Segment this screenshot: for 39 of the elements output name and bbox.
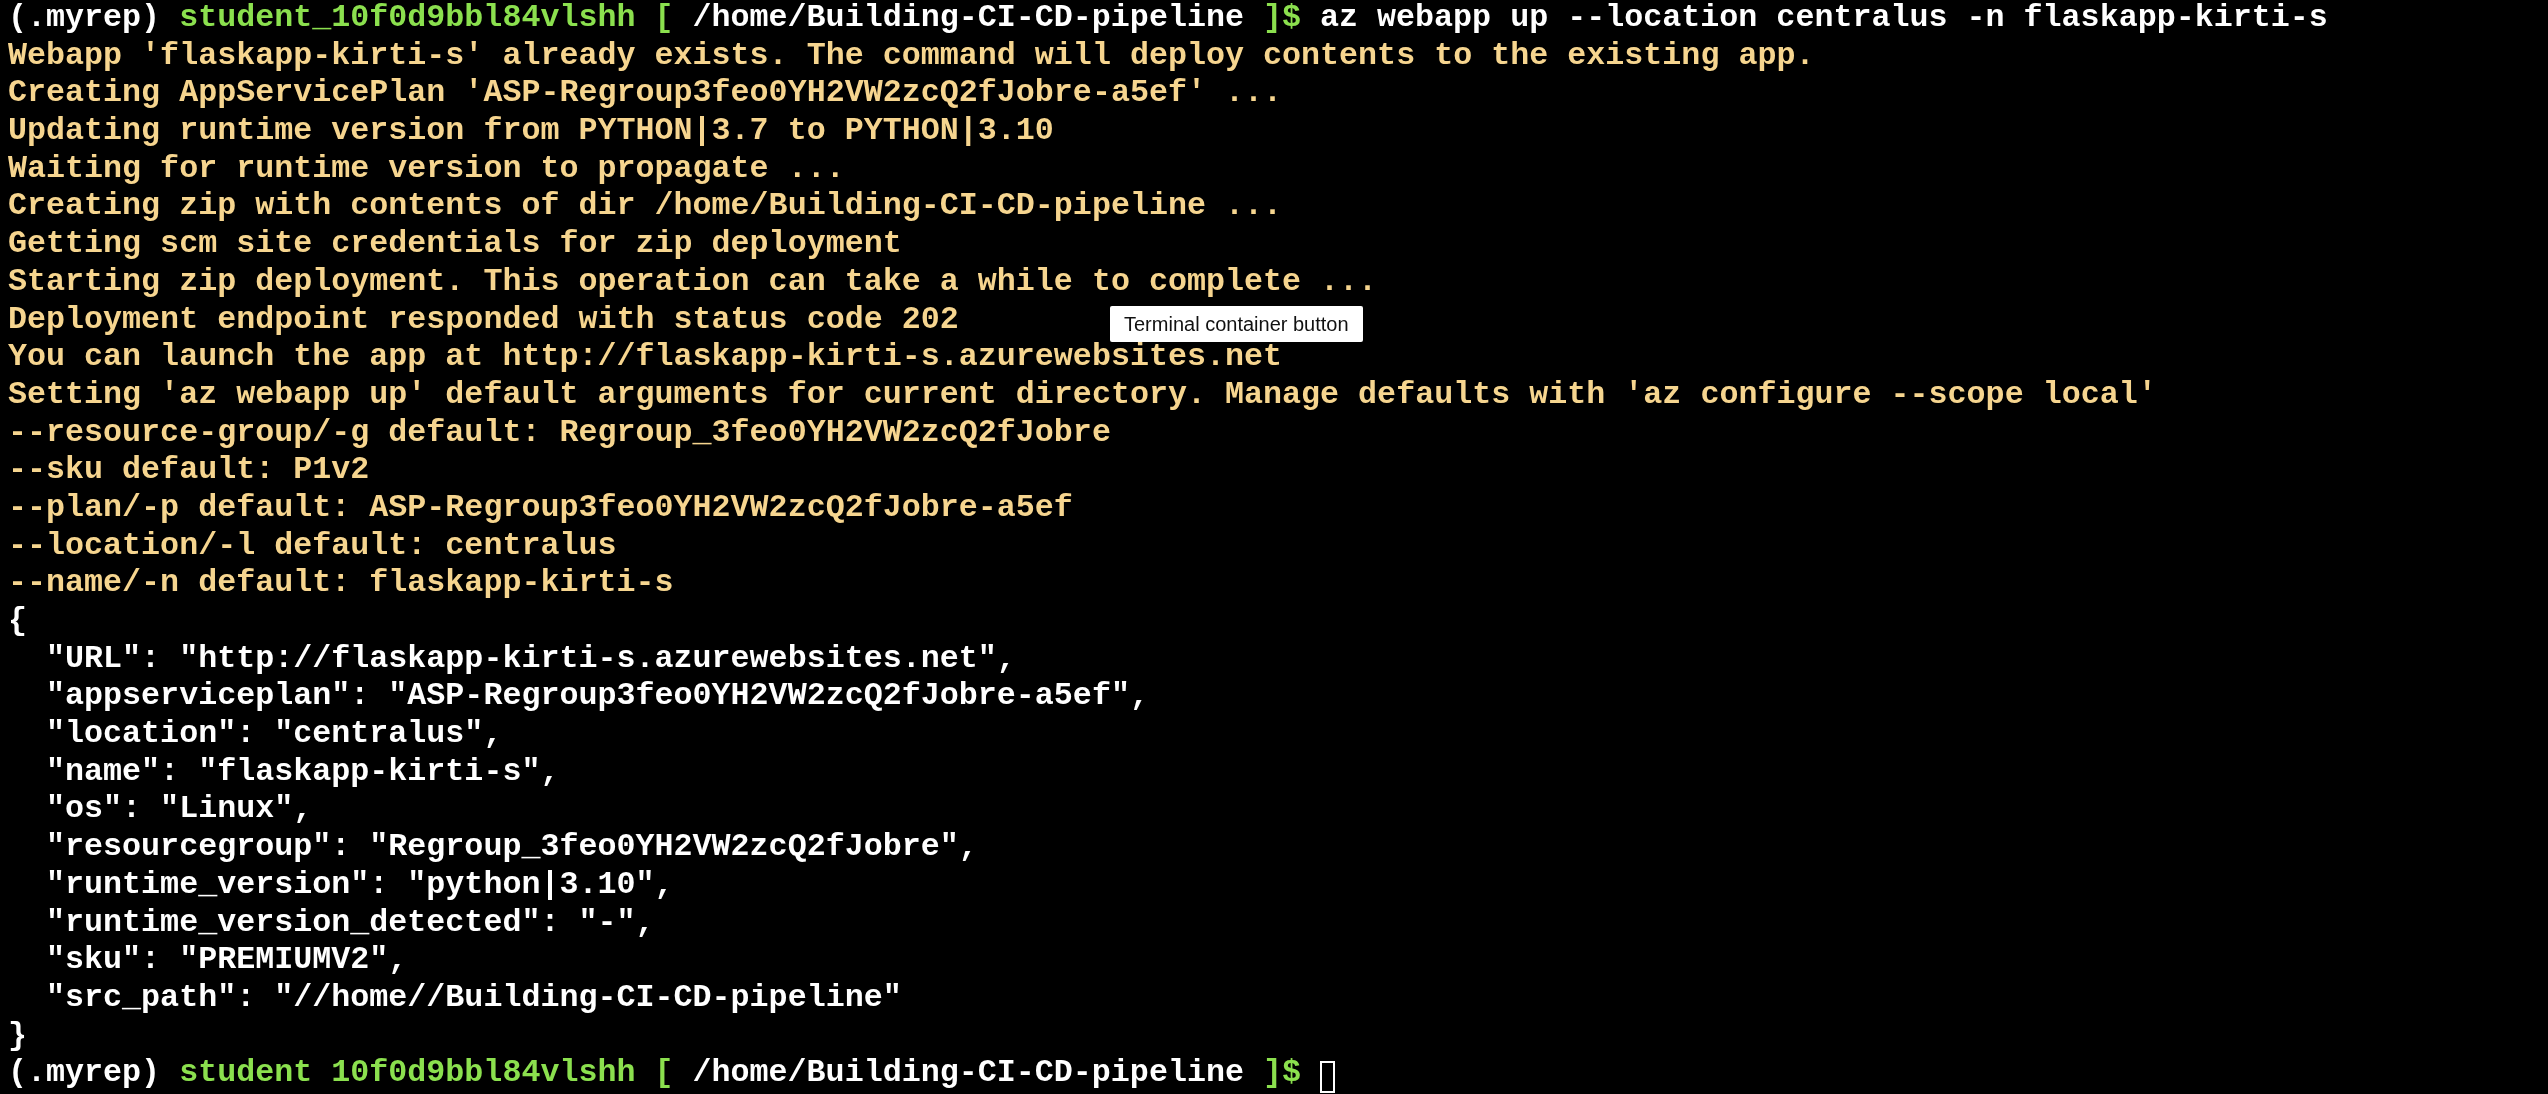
output-line: Waiting for runtime version to propagate ... bbox=[8, 150, 845, 189]
output-line: Getting scm site credentials for zip deployment bbox=[8, 226, 902, 264]
output-line: Starting zip deployment. This operation can take a while to complete ... bbox=[8, 263, 1378, 302]
json-line: "resourcegroup": "Regroup_3feo0YH2VW2zcQ2fJobre", bbox=[45, 829, 978, 867]
json-line: "appserviceplan": "ASP-Regroup3feo0YH2VW2zcQ2fJobre-a5ef", bbox=[45, 678, 1149, 717]
output-line: --plan/-p default: ASP-Regroup3feo0YH2VW2zcQ2fJobre-a5ef bbox=[8, 489, 1073, 528]
json-line: "runtime_version_detected": "-", bbox=[45, 904, 655, 943]
prompt-bracket: [ bbox=[654, 0, 674, 38]
output-line: Creating AppServicePlan 'ASP-Regroup3feo0YH2VW2zcQ2fJobre-a5ef' ... bbox=[8, 75, 1283, 114]
prompt-env: (.myrep) bbox=[8, 1055, 161, 1093]
json-line: "src_path": "//home//Building-CI-CD-pipeline" bbox=[45, 979, 902, 1018]
output-line: --sku default: P1v2 bbox=[8, 452, 370, 490]
json-line: "URL": "http://flaskapp-kirti-s.azurewebsites.net", bbox=[45, 640, 1016, 679]
prompt-user: student_10f0d9bbl84vlshh bbox=[179, 0, 636, 38]
command-text: az webapp up --location centralus -n flaskapp-kirti-s bbox=[1320, 0, 2328, 38]
output-line: --location/-l default: centralus bbox=[8, 527, 617, 566]
prompt-path: /home/Building-CI-CD-pipeline bbox=[692, 0, 1244, 38]
output-line: Updating runtime version from PYTHON|3.7 to PYTHON|3.10 bbox=[8, 113, 1054, 151]
json-line: "sku": "PREMIUMV2", bbox=[45, 942, 408, 980]
output-line: Deployment endpoint responded with status code 202 bbox=[8, 301, 959, 340]
prompt-path: /home/Building-CI-CD-pipeline bbox=[692, 1055, 1244, 1093]
output-line: --resource-group/-g default: Regroup_3feo0YH2VW2zcQ2fJobre bbox=[8, 414, 1111, 453]
json-line: { bbox=[8, 603, 27, 641]
json-line: "os": "Linux", bbox=[45, 791, 313, 830]
json-line: "name": "flaskapp-kirti-s", bbox=[45, 753, 560, 792]
output-line: --name/-n default: flaskapp-kirti-s bbox=[8, 565, 674, 603]
prompt-symbol: ]$ bbox=[1262, 0, 1301, 38]
prompt-symbol: ]$ bbox=[1262, 1055, 1301, 1093]
output-line: Webapp 'flaskapp-kirti-s' already exists. The command will deploy contents to the existing app. bbox=[8, 37, 1815, 76]
output-line: Setting 'az webapp up' default arguments for current directory. Manage defaults with 'az configure --scope local' bbox=[8, 376, 2157, 415]
json-line: } bbox=[8, 1017, 27, 1056]
tooltip: Terminal container button bbox=[1110, 306, 1363, 342]
prompt-env: (.myrep) bbox=[8, 0, 161, 38]
prompt-bracket: [ bbox=[654, 1055, 674, 1093]
json-line: "runtime_version": "python|3.10", bbox=[45, 866, 674, 905]
json-line: "location": "centralus", bbox=[45, 716, 503, 754]
output-line: Creating zip with contents of dir /home/Building-CI-CD-pipeline ... bbox=[8, 188, 1283, 227]
output-line: You can launch the app at http://flaskapp-kirti-s.azurewebsites.net bbox=[8, 339, 1283, 377]
prompt-user: student 10f0d9bbl84vlshh bbox=[179, 1055, 636, 1093]
